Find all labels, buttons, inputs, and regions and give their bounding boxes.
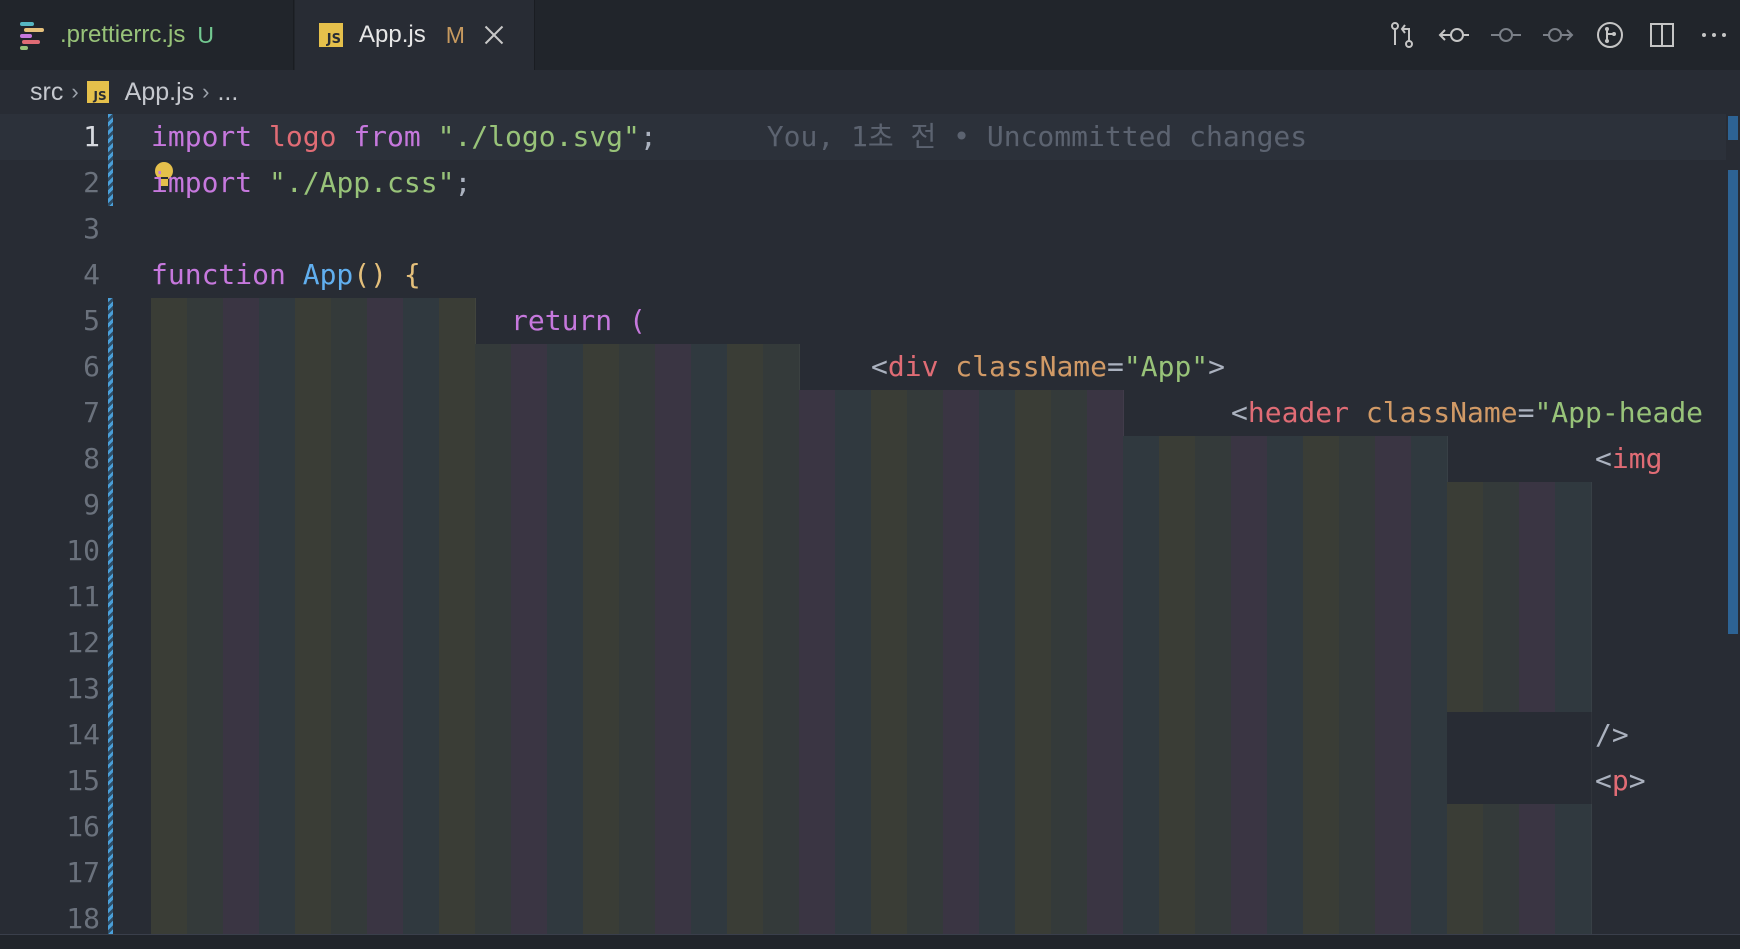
open-changes-icon[interactable] xyxy=(1376,14,1428,56)
code-editor[interactable]: import logo from "./logo.svg"; You, 1초 전 … xyxy=(151,114,1731,934)
line-number: 15 xyxy=(66,764,100,797)
git-graph-icon[interactable] xyxy=(1584,14,1636,56)
breadcrumb-symbols[interactable]: ... xyxy=(217,78,238,107)
untracked-badge: U xyxy=(197,21,214,48)
panel-border xyxy=(0,934,1740,949)
git-blame-annotation: You, 1초 전 • Uncommitted changes xyxy=(766,120,1308,153)
line-number: 5 xyxy=(83,304,100,337)
breadcrumb: src › JS App.js › ... xyxy=(0,70,1740,114)
code-line-1: import logo from "./logo.svg"; You, 1초 전 … xyxy=(151,120,1308,153)
line-number: 13 xyxy=(66,672,100,705)
chevron-right-icon: › xyxy=(202,79,210,104)
editor-actions xyxy=(1376,14,1740,56)
close-tab-icon[interactable] xyxy=(483,24,505,46)
line-number: 14 xyxy=(66,718,100,751)
scrollbar-cursor-marker xyxy=(1728,116,1738,140)
code-line-14: /> xyxy=(1595,718,1629,751)
line-number: 10 xyxy=(66,534,100,567)
line-number: 6 xyxy=(83,350,100,383)
line-number: 16 xyxy=(66,810,100,843)
tab-label: App.js xyxy=(359,21,426,48)
line-number: 11 xyxy=(66,580,100,613)
commit-icon[interactable] xyxy=(1480,14,1532,56)
git-modified-decoration xyxy=(108,298,113,934)
line-number: 2 xyxy=(83,166,100,199)
code-line-2: import "./App.css"; xyxy=(151,166,472,199)
tab-prettierrc[interactable]: .prettierrc.js U xyxy=(0,0,294,70)
js-file-icon: JS xyxy=(86,81,109,103)
next-change-icon[interactable] xyxy=(1532,14,1584,56)
modified-badge: M xyxy=(445,21,465,48)
vertical-scrollbar[interactable] xyxy=(1728,170,1738,634)
js-file-icon: JS xyxy=(319,23,343,47)
line-number: 7 xyxy=(83,396,100,429)
code-line-15: <p> xyxy=(1595,764,1646,797)
line-number: 3 xyxy=(83,212,100,245)
tab-app-js[interactable]: JS App.js M xyxy=(295,0,535,70)
line-number: 9 xyxy=(83,488,100,521)
editor-tab-bar: .prettierrc.js U JS App.js M xyxy=(0,0,1740,70)
prettier-icon xyxy=(20,20,46,50)
code-line-5: return ( xyxy=(511,304,646,337)
chevron-right-icon: › xyxy=(71,79,79,104)
more-actions-icon[interactable] xyxy=(1688,14,1740,56)
code-line-8: <img xyxy=(1595,442,1663,475)
line-number: 1 xyxy=(83,120,100,153)
breadcrumb-folder[interactable]: src xyxy=(30,78,63,107)
code-line-6: <div className="App"> xyxy=(871,350,1226,383)
git-modified-decoration xyxy=(108,114,113,206)
code-line-4: function App() { xyxy=(151,258,421,291)
line-number: 8 xyxy=(83,442,100,475)
line-number: 12 xyxy=(66,626,100,659)
line-number: 17 xyxy=(66,856,100,889)
breadcrumb-file[interactable]: App.js xyxy=(125,78,194,107)
code-line-7: <header className="App-heade xyxy=(1231,396,1704,429)
previous-change-icon[interactable] xyxy=(1428,14,1480,56)
line-number: 4 xyxy=(83,258,100,291)
tab-label: .prettierrc.js xyxy=(60,21,186,48)
split-editor-icon[interactable] xyxy=(1636,14,1688,56)
